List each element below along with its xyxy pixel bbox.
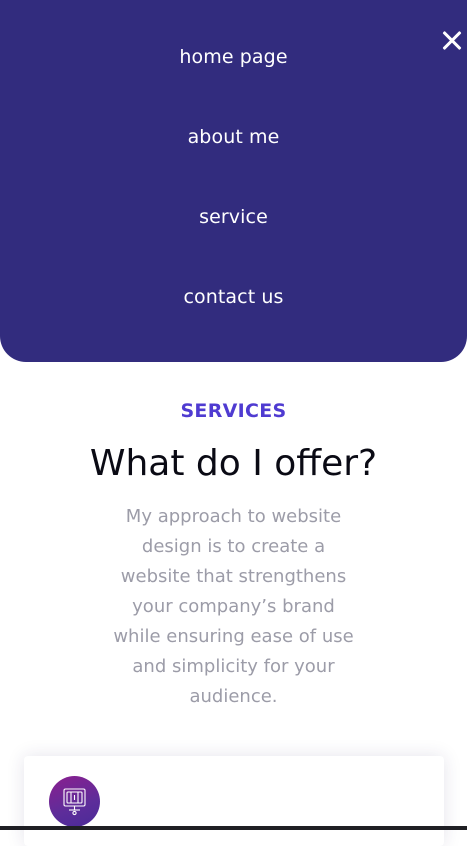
nav-link-contact[interactable]: contact us — [0, 284, 467, 310]
nav-link-home[interactable]: home page — [0, 44, 467, 70]
nav-link-about[interactable]: about me — [0, 124, 467, 150]
close-icon[interactable] — [441, 30, 463, 52]
web-design-icon — [49, 776, 100, 827]
section-eyebrow: SERVICES — [180, 400, 287, 422]
section-heading: What do I offer? — [89, 443, 378, 484]
mobile-nav-menu: home page about me service contact us — [0, 0, 467, 362]
service-card — [24, 756, 444, 846]
nav-link-service[interactable]: service — [0, 204, 467, 230]
page-bottom-edge — [0, 826, 467, 830]
section-description: My approach to website design is to crea… — [113, 506, 354, 707]
